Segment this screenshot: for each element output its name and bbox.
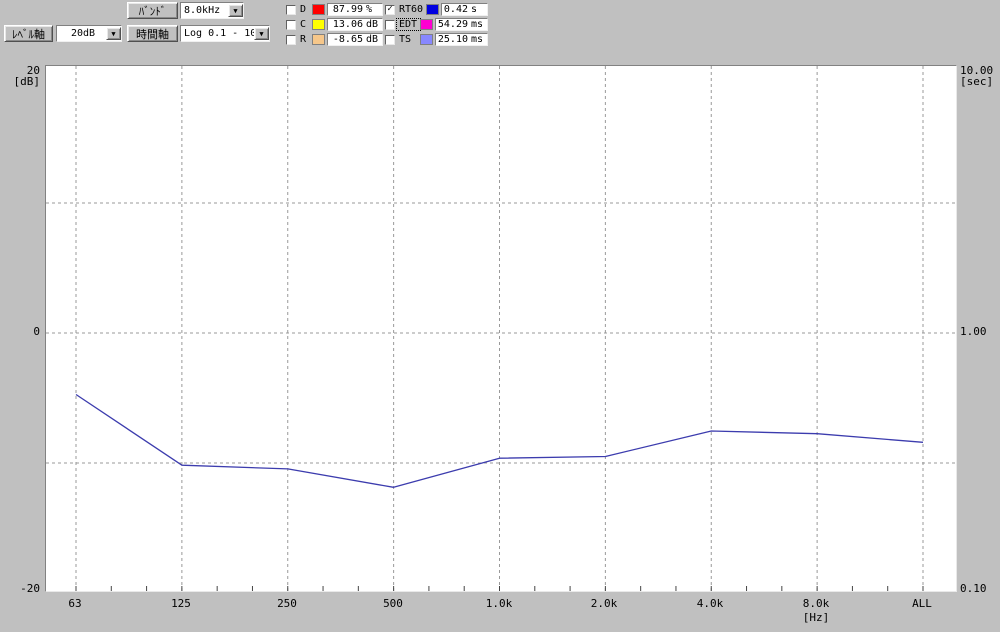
edt-label: EDT [396, 18, 421, 31]
ts-value: 25.10 [437, 34, 468, 45]
rt60-label: RT60 [399, 4, 424, 15]
level-axis-select[interactable]: 20dB ▼ [56, 25, 122, 42]
d-color-swatch [312, 4, 325, 15]
d-value-field: 87.99 % [327, 3, 383, 16]
level-axis-select-value: 20dB [70, 28, 96, 39]
y-right-tick-min: 0.10 [960, 582, 987, 595]
ts-label: TS [399, 34, 412, 45]
rt60-chart [46, 66, 956, 591]
x-tick-label: 8.0k [802, 597, 830, 610]
acoustic-analyzer-window: ﾊﾞﾝﾄﾞ 8.0kHz ▼ ﾚﾍﾞﾙ軸 20dB ▼ 時間軸 Log 0.1 … [0, 0, 1000, 632]
x-tick-label: 500 [383, 597, 403, 610]
edt-color-swatch [419, 19, 433, 30]
r-label: R [300, 34, 307, 45]
x-axis-unit: [Hz] [802, 611, 830, 624]
level-axis-button[interactable]: ﾚﾍﾞﾙ軸 [4, 25, 53, 42]
edt-checkbox[interactable] [385, 19, 395, 30]
ts-unit: ms [471, 34, 484, 45]
rt60-checkbox[interactable]: ✓ [385, 4, 395, 15]
metric-row-edt: EDT 54.29 ms [385, 18, 488, 31]
band-button[interactable]: ﾊﾞﾝﾄﾞ [127, 2, 178, 19]
d-value: 87.99 [332, 4, 363, 15]
y-right-tick-mid: 1.00 [960, 325, 987, 338]
edt-value-field: 54.29 ms [434, 18, 488, 31]
x-ticks [75, 586, 924, 591]
metric-row-r: R -8.65 dB [286, 33, 383, 46]
d-unit: % [366, 4, 373, 15]
gridlines [46, 66, 956, 591]
rt60-value: 0.42 [443, 4, 468, 15]
r-checkbox[interactable] [286, 34, 296, 45]
edt-unit: ms [471, 19, 484, 30]
r-value-field: -8.65 dB [327, 33, 383, 46]
metric-row-rt60: ✓ RT60 0.42 s [385, 3, 488, 16]
metric-row-d: D 87.99 % [286, 3, 383, 16]
edt-value: 54.29 [437, 19, 468, 30]
ts-value-field: 25.10 ms [434, 33, 488, 46]
c-color-swatch [312, 19, 325, 30]
metrics-panel: D 87.99 % C 13.06 dB R -8.65 dB ✓ RT60 0… [286, 1, 488, 46]
r-color-swatch [312, 34, 325, 45]
chevron-down-icon[interactable]: ▼ [228, 4, 243, 17]
y-right-axis-unit: [sec] [960, 75, 994, 88]
d-label: D [300, 4, 307, 15]
chevron-down-icon[interactable]: ▼ [254, 27, 269, 40]
c-label: C [300, 19, 307, 30]
x-tick-label: 1.0k [485, 597, 513, 610]
band-select[interactable]: 8.0kHz ▼ [180, 2, 244, 19]
plot-area [45, 65, 957, 592]
y-left-axis-unit: [dB] [13, 75, 41, 88]
c-unit: dB [366, 19, 379, 30]
ts-color-swatch [419, 34, 433, 45]
rt60-color-swatch [425, 4, 439, 15]
band-select-value: 8.0kHz [184, 5, 221, 16]
rt60-unit: s [471, 4, 478, 15]
r-unit: dB [366, 34, 379, 45]
x-tick-label: 250 [277, 597, 297, 610]
time-axis-select-value: Log 0.1 - 10sec [184, 28, 254, 39]
x-tick-label: 2.0k [590, 597, 618, 610]
rt60-value-field: 0.42 s [440, 3, 488, 16]
chevron-down-icon[interactable]: ▼ [106, 27, 121, 40]
time-axis-select[interactable]: Log 0.1 - 10sec ▼ [180, 25, 270, 42]
r-value: -8.65 [332, 34, 363, 45]
y-left-tick-min: -20 [20, 582, 40, 595]
c-checkbox[interactable] [286, 19, 296, 30]
metric-row-ts: TS 25.10 ms [385, 33, 488, 46]
c-value-field: 13.06 dB [327, 18, 383, 31]
c-value: 13.06 [332, 19, 363, 30]
d-checkbox[interactable] [286, 4, 296, 15]
x-tick-label: 125 [171, 597, 191, 610]
x-tick-label: 4.0k [696, 597, 724, 610]
time-axis-button[interactable]: 時間軸 [127, 25, 178, 42]
y-left-tick-mid: 0 [33, 325, 40, 338]
x-tick-label: ALL [912, 597, 932, 610]
ts-checkbox[interactable] [385, 34, 395, 45]
metric-row-c: C 13.06 dB [286, 18, 383, 31]
x-tick-label: 63 [68, 597, 82, 610]
